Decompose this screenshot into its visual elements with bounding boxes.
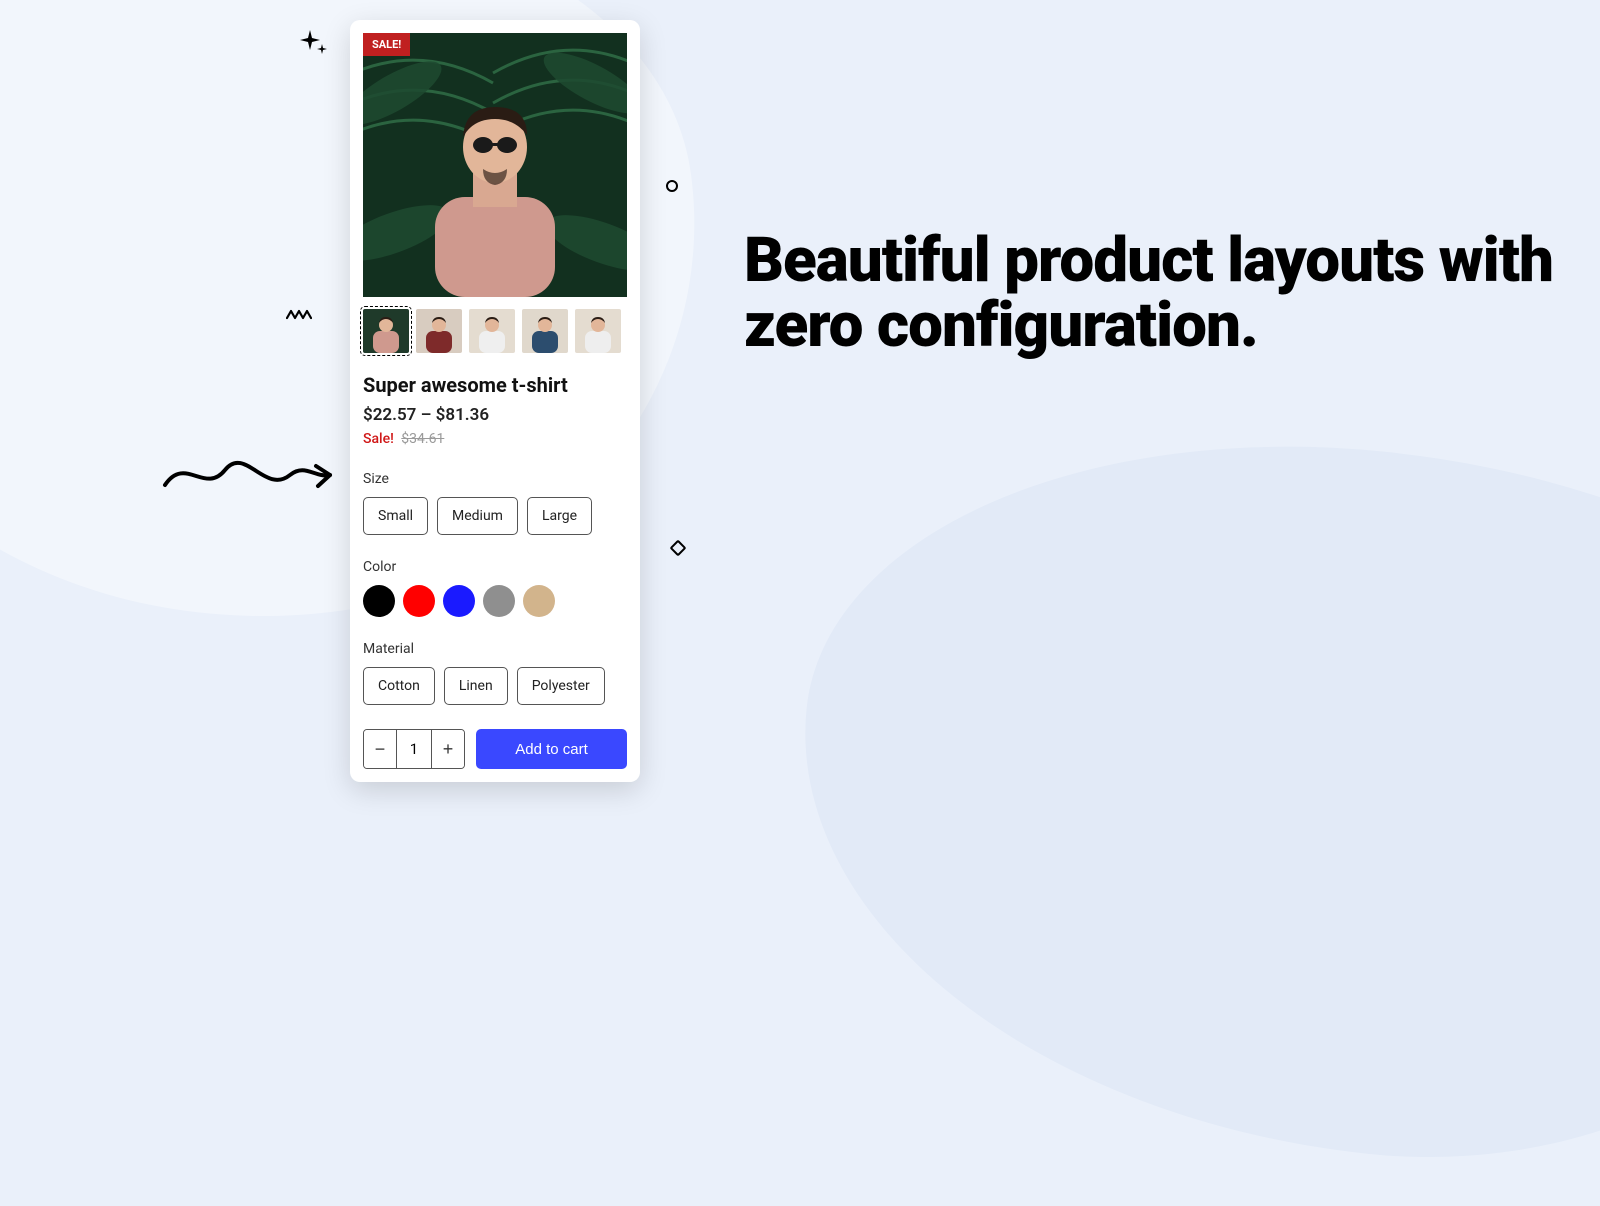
- background-wave: [766, 394, 1600, 1205]
- thumbnail-row: [363, 309, 627, 353]
- sale-label: Sale!: [363, 431, 394, 447]
- size-chips: SmallMediumLarge: [363, 497, 627, 535]
- size-option[interactable]: Large: [527, 497, 592, 535]
- circle-icon: [666, 180, 678, 192]
- color-swatches: [363, 585, 627, 617]
- marketing-headline: Beautiful product layouts with zero conf…: [744, 228, 1600, 358]
- color-swatch[interactable]: [363, 585, 395, 617]
- color-swatch[interactable]: [523, 585, 555, 617]
- sale-row: Sale! $34.61: [363, 431, 627, 447]
- thumbnail-4[interactable]: [575, 309, 621, 353]
- sale-badge: SALE!: [363, 33, 410, 56]
- thumbnail-2[interactable]: [469, 309, 515, 353]
- qty-increment[interactable]: +: [432, 730, 464, 768]
- qty-decrement[interactable]: −: [364, 730, 396, 768]
- material-option[interactable]: Polyester: [517, 667, 605, 705]
- material-option[interactable]: Linen: [444, 667, 508, 705]
- color-swatch[interactable]: [483, 585, 515, 617]
- material-label: Material: [363, 641, 627, 657]
- size-option[interactable]: Small: [363, 497, 428, 535]
- arrow-icon: [160, 450, 340, 500]
- product-title: Super awesome t-shirt: [363, 373, 627, 397]
- material-chips: CottonLinenPolyester: [363, 667, 627, 705]
- product-card: SALE! Super awes: [350, 20, 640, 782]
- color-swatch[interactable]: [443, 585, 475, 617]
- quantity-stepper: − 1 +: [363, 729, 465, 769]
- price-range: $22.57 – $81.36: [363, 405, 627, 425]
- size-label: Size: [363, 471, 627, 487]
- squiggle-icon: [286, 308, 312, 322]
- sparkle-icon: [300, 30, 330, 60]
- thumbnail-3[interactable]: [522, 309, 568, 353]
- qty-value: 1: [396, 730, 432, 768]
- color-swatch[interactable]: [403, 585, 435, 617]
- thumbnail-0[interactable]: [363, 309, 409, 353]
- thumbnail-1[interactable]: [416, 309, 462, 353]
- original-price: $34.61: [401, 431, 444, 447]
- size-option[interactable]: Medium: [437, 497, 518, 535]
- cart-row: − 1 + Add to cart: [363, 729, 627, 769]
- product-hero-image[interactable]: SALE!: [363, 33, 627, 297]
- material-option[interactable]: Cotton: [363, 667, 435, 705]
- add-to-cart-button[interactable]: Add to cart: [476, 729, 627, 769]
- color-label: Color: [363, 559, 627, 575]
- diamond-icon: [670, 540, 687, 557]
